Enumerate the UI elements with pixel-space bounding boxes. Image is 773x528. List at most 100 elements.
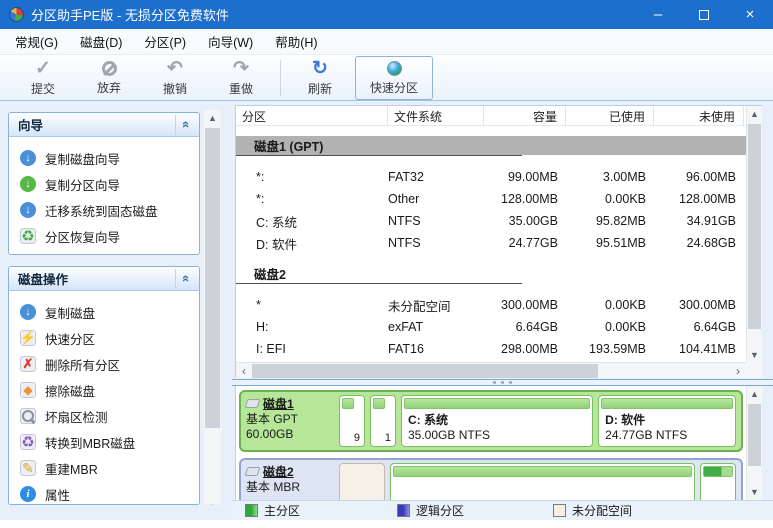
- primary-color-swatch-icon: [245, 504, 258, 517]
- undo-arrow-icon: ↶: [167, 59, 183, 79]
- sidebar-item-copy-partition-wizard[interactable]: ↓复制分区向导: [9, 171, 199, 197]
- sidebar-panel-header: 向导«: [9, 113, 199, 137]
- table-cell: 95.82MB: [566, 214, 654, 228]
- globe-icon: [387, 61, 402, 76]
- table-scrollbar-thumb[interactable]: [748, 124, 761, 329]
- app-logo-pie-icon: [9, 7, 24, 22]
- menu-item-2[interactable]: 分区(P): [133, 28, 197, 55]
- partition-usage-bar: [373, 398, 385, 409]
- sidebar-item-properties[interactable]: i 属性: [9, 481, 199, 505]
- partition-info: 24.77GB NTFS: [605, 428, 687, 443]
- scroll-down-icon[interactable]: ▼: [747, 347, 762, 363]
- undo-button[interactable]: ↶撤销: [142, 57, 208, 99]
- menu-item-0[interactable]: 常规(G): [4, 28, 69, 55]
- collapse-chevron-icon[interactable]: «: [175, 269, 197, 289]
- partition-usage-bar: [393, 466, 692, 477]
- sidebar-item-partition-recovery-wizard[interactable]: ♻分区恢复向导: [9, 223, 199, 249]
- table-hscrollbar-thumb[interactable]: [252, 364, 598, 378]
- menu-item-1[interactable]: 磁盘(D): [69, 28, 133, 55]
- minimize-button[interactable]: –: [635, 0, 681, 29]
- table-cell: 34.91GB: [654, 214, 744, 228]
- sidebar-item-convert-to-mbr-disk[interactable]: ♻转换到MBR磁盘: [9, 429, 199, 455]
- discard-button[interactable]: 放弃: [76, 57, 142, 99]
- menu-item-3[interactable]: 向导(W): [197, 28, 264, 55]
- partition-block[interactable]: [390, 463, 695, 500]
- sidebar-scrollbar[interactable]: ▲ ▼: [204, 110, 221, 515]
- table-horizontal-scrollbar[interactable]: ‹ ›: [236, 362, 746, 378]
- maximize-button[interactable]: [681, 0, 727, 29]
- table-vertical-scrollbar[interactable]: ▲ ▼: [746, 106, 762, 363]
- disk-icon: [245, 467, 261, 476]
- menu-item-4[interactable]: 帮助(H): [264, 28, 328, 55]
- partition-type-legend: 主分区逻辑分区未分配空间: [232, 500, 773, 520]
- recycle-purple-icon: ♻: [20, 434, 36, 450]
- partition-block[interactable]: C: 系统35.00GB NTFS: [401, 395, 593, 447]
- sidebar-item-label: 分区恢复向导: [45, 227, 120, 246]
- sidebar-item-bad-sector-check[interactable]: 坏扇区检测: [9, 403, 199, 429]
- legend-label: 主分区: [264, 502, 300, 519]
- table-row[interactable]: *:Other128.00MB0.00KB128.00MB: [236, 188, 746, 210]
- toolbar-button-label: 重做: [229, 80, 253, 97]
- collapse-chevron-icon[interactable]: «: [175, 115, 197, 135]
- table-row[interactable]: I: EFIFAT16298.00MB193.59MB104.41MB: [236, 338, 746, 360]
- partition-block[interactable]: [700, 463, 736, 500]
- table-cell: NTFS: [388, 236, 484, 250]
- column-header-1[interactable]: 文件系统: [388, 106, 484, 126]
- app-window: 分区助手PE版 - 无损分区免费软件 – × 常规(G)磁盘(D)分区(P)向导…: [0, 0, 773, 528]
- partition-block[interactable]: 9: [339, 395, 365, 447]
- toolbar-button-label: 放弃: [97, 79, 121, 96]
- table-row[interactable]: H:exFAT6.64GB0.00KB6.64GB: [236, 316, 746, 338]
- table-row[interactable]: *未分配空间300.00MB0.00KB300.00MB: [236, 294, 746, 316]
- disk-group-header-1[interactable]: 磁盘2: [236, 264, 746, 283]
- partition-text: C: 系统35.00GB NTFS: [408, 413, 490, 443]
- column-header-2[interactable]: 容量: [484, 106, 566, 126]
- redo-arrow-icon: ↷: [233, 59, 249, 79]
- commit-button[interactable]: ✓提交: [10, 57, 76, 99]
- scroll-right-icon[interactable]: ›: [730, 363, 746, 379]
- scroll-up-icon[interactable]: ▲: [204, 110, 221, 126]
- disk-vertical-scrollbar[interactable]: ▲ ▼: [746, 386, 762, 500]
- legend-item-unallocated: 未分配空间: [553, 502, 753, 519]
- column-header-4[interactable]: 未使用: [654, 106, 744, 126]
- scroll-left-icon[interactable]: ‹: [236, 363, 252, 379]
- maximize-icon: [699, 10, 709, 20]
- partition-info: 35.00GB NTFS: [408, 428, 490, 443]
- menu-bar: 常规(G)磁盘(D)分区(P)向导(W)帮助(H): [0, 29, 773, 55]
- quick-partition-button[interactable]: 快速分区: [356, 57, 432, 99]
- close-button[interactable]: ×: [727, 0, 773, 29]
- sidebar-item-migrate-os-to-ssd[interactable]: ↓迁移系统到固态磁盘: [9, 197, 199, 223]
- disk-scrollbar-thumb[interactable]: [748, 404, 761, 466]
- sidebar-item-copy-disk[interactable]: ↓复制磁盘: [9, 299, 199, 325]
- splitter-handle[interactable]: [232, 379, 773, 386]
- arrow-down-blue-icon: ↓: [20, 150, 36, 166]
- partition-number: 1: [385, 432, 391, 444]
- disk-panel-2[interactable]: 磁盘2基本 MBR: [239, 458, 743, 500]
- partition-block[interactable]: 1: [370, 395, 396, 447]
- scroll-up-icon[interactable]: ▲: [747, 106, 762, 122]
- column-header-3[interactable]: 已使用: [566, 106, 654, 126]
- table-row[interactable]: *:FAT3299.00MB3.00MB96.00MB: [236, 166, 746, 188]
- table-cell: 35.00GB: [484, 214, 566, 228]
- sidebar-item-copy-disk-wizard[interactable]: ↓复制磁盘向导: [9, 145, 199, 171]
- scroll-down-icon[interactable]: ▼: [747, 484, 762, 500]
- sidebar-item-quick-partition-side[interactable]: ⚡快速分区: [9, 325, 199, 351]
- disk-panel-1[interactable]: 磁盘1基本 GPT60.00GB91C: 系统35.00GB NTFSD: 软件…: [239, 390, 743, 452]
- refresh-button[interactable]: ↻刷新: [287, 57, 353, 99]
- title-bar: 分区助手PE版 - 无损分区免费软件 – ×: [0, 0, 773, 29]
- sidebar-item-rebuild-mbr[interactable]: ✎重建MBR: [9, 455, 199, 481]
- sidebar-item-delete-all-partitions[interactable]: ✗删除所有分区: [9, 351, 199, 377]
- scroll-up-icon[interactable]: ▲: [747, 386, 762, 402]
- partition-block[interactable]: D: 软件24.77GB NTFS: [598, 395, 736, 447]
- sidebar-item-wipe-disk[interactable]: ◆擦除磁盘: [9, 377, 199, 403]
- partition-block[interactable]: [339, 463, 385, 500]
- disk-group-header-0[interactable]: 磁盘1 (GPT): [236, 136, 746, 155]
- table-row[interactable]: D: 软件NTFS24.77GB95.51MB24.68GB: [236, 232, 746, 254]
- redo-button[interactable]: ↷重做: [208, 57, 274, 99]
- table-row[interactable]: C: 系统NTFS35.00GB95.82MB34.91GB: [236, 210, 746, 232]
- column-header-0[interactable]: 分区: [236, 106, 388, 126]
- sidebar-scrollbar-thumb[interactable]: [205, 128, 220, 428]
- info-icon: i: [20, 486, 36, 502]
- table-cell: exFAT: [388, 320, 484, 334]
- sidebar-item-label: 属性: [45, 485, 70, 504]
- logical-color-swatch-icon: [397, 504, 410, 517]
